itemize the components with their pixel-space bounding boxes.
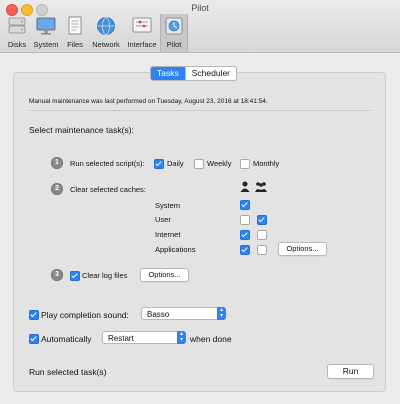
when-done-label: when done xyxy=(190,334,232,344)
popup-arrows-icon: ▴ ▾ xyxy=(217,307,226,320)
applications-group-checkbox[interactable] xyxy=(257,245,267,255)
toolbar-item-files[interactable]: Files xyxy=(62,14,88,52)
applications-user-checkbox[interactable] xyxy=(240,245,250,255)
play-sound-checkbox[interactable] xyxy=(29,310,39,320)
tab-control: Tasks Scheduler xyxy=(150,66,238,81)
tab-scheduler[interactable]: Scheduler xyxy=(184,67,236,80)
internet-user-checkbox[interactable] xyxy=(240,230,250,240)
tasks-panel xyxy=(13,72,386,392)
section-title: Select maintenance task(s): xyxy=(29,125,134,135)
title-bar: Pilot Disks System Files Network Interfa… xyxy=(0,0,400,53)
run-button[interactable]: Run xyxy=(327,364,374,379)
toolbar-item-network[interactable]: Network xyxy=(89,14,123,52)
run-scripts-label: Run selected script(s): xyxy=(70,159,145,168)
cache-row-user: User xyxy=(155,215,171,224)
daily-label: Daily xyxy=(167,159,184,168)
sound-popup-value: Basso xyxy=(147,310,170,319)
window-title: Pilot xyxy=(191,3,209,13)
automatically-checkbox[interactable] xyxy=(29,334,39,344)
toolbar-label-interface: Interface xyxy=(127,40,157,49)
user-user-checkbox[interactable] xyxy=(240,215,250,225)
toolbar-item-disks[interactable]: Disks xyxy=(3,14,31,52)
clear-log-checkbox[interactable] xyxy=(70,271,80,281)
toolbar-label-system: System xyxy=(33,40,59,49)
user-icon xyxy=(240,181,250,192)
action-popup[interactable]: Restart ▴ ▾ xyxy=(102,331,186,344)
monthly-checkbox[interactable] xyxy=(240,159,250,169)
popup-arrows-icon: ▴ ▾ xyxy=(177,331,186,344)
toolbar-item-system[interactable]: System xyxy=(31,14,61,52)
step-badge-3: 3 xyxy=(51,269,63,281)
cache-row-applications: Applications xyxy=(155,245,196,254)
cache-options-button[interactable]: Options... xyxy=(278,242,327,256)
globe-icon xyxy=(97,17,115,35)
daily-checkbox[interactable] xyxy=(154,159,164,169)
step-badge-1: 1 xyxy=(51,157,63,169)
clear-caches-label: Clear selected caches: xyxy=(70,185,146,194)
cache-row-system: System xyxy=(155,201,181,210)
system-user-checkbox[interactable] xyxy=(240,200,250,210)
user-group-checkbox[interactable] xyxy=(257,215,267,225)
toolbar-label-disks: Disks xyxy=(7,40,27,49)
play-sound-label: Play completion sound: xyxy=(41,310,129,320)
pilot-icon xyxy=(165,17,183,35)
interface-icon xyxy=(132,17,152,33)
internet-group-checkbox[interactable] xyxy=(257,230,267,240)
toolbar-label-files: Files xyxy=(67,40,83,49)
cache-row-internet: Internet xyxy=(155,230,181,239)
clear-log-label: Clear log files xyxy=(82,271,128,280)
divider xyxy=(29,110,371,111)
pilot-window: Pilot Disks System Files Network Interfa… xyxy=(0,0,400,404)
log-options-button[interactable]: Options... xyxy=(140,268,189,282)
action-popup-value: Restart xyxy=(108,334,134,343)
tab-tasks[interactable]: Tasks xyxy=(151,67,185,80)
group-icon xyxy=(255,182,267,192)
disks-icon xyxy=(8,17,26,34)
toolbar-label-pilot: Pilot xyxy=(166,40,182,49)
toolbar-item-pilot[interactable]: Pilot xyxy=(160,14,188,52)
sound-popup[interactable]: Basso ▴ ▾ xyxy=(141,307,226,320)
toolbar-item-interface[interactable]: Interface xyxy=(124,14,160,52)
monthly-label: Monthly xyxy=(253,159,280,168)
weekly-label: Weekly xyxy=(207,159,232,168)
maintenance-info: Manual maintenance was last performed on… xyxy=(29,98,268,105)
toolbar-label-network: Network xyxy=(92,40,120,49)
files-icon xyxy=(68,16,82,35)
run-selected-label: Run selected task(s) xyxy=(29,367,107,377)
monitor-icon xyxy=(36,17,56,35)
weekly-checkbox[interactable] xyxy=(194,159,204,169)
automatically-label: Automatically xyxy=(41,334,92,344)
step-badge-2: 2 xyxy=(51,183,63,195)
